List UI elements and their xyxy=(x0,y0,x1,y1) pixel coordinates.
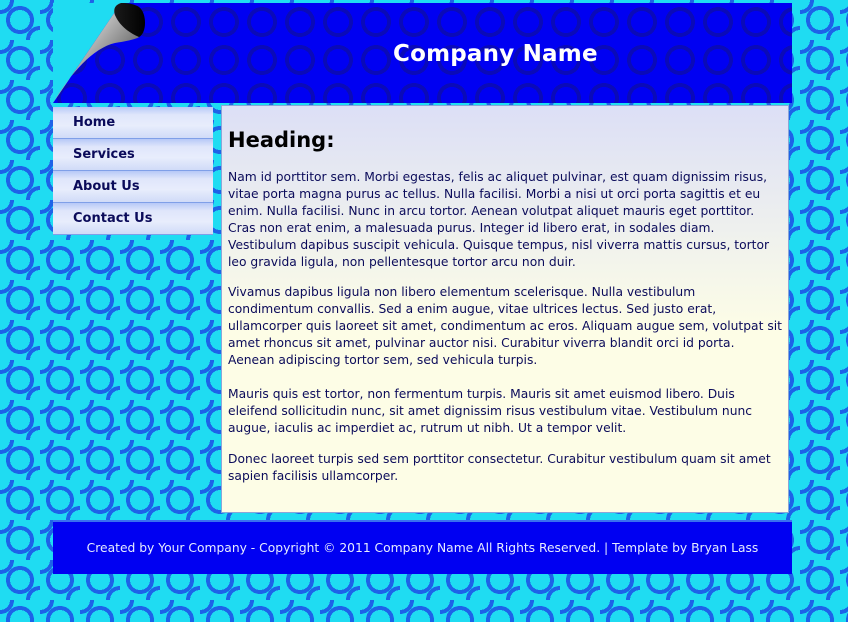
nav-item-contact-us[interactable]: Contact Us xyxy=(53,203,213,235)
page-curl-icon xyxy=(53,3,145,103)
content-paragraph-4: Donec laoreet turpis sed sem porttitor c… xyxy=(228,452,771,483)
main-content: Heading: Nam id porttitor sem. Morbi ege… xyxy=(221,105,789,513)
footer-text: Created by Your Company - Copyright © 20… xyxy=(86,541,759,555)
nav-item-home[interactable]: Home xyxy=(53,107,213,139)
content-paragraph-1: Nam id porttitor sem. Morbi egestas, fel… xyxy=(228,170,770,269)
content-heading: Heading: xyxy=(228,128,335,152)
nav-item-about-us[interactable]: About Us xyxy=(53,171,213,203)
site-title: Company Name xyxy=(393,41,598,67)
site-header: Company Name xyxy=(53,3,792,103)
nav-item-services[interactable]: Services xyxy=(53,139,213,171)
sidebar-nav: Home Services About Us Contact Us xyxy=(53,107,213,235)
content-paragraph-2: Vivamus dapibus ligula non libero elemen… xyxy=(228,285,782,367)
content-paragraph-3: Mauris quis est tortor, non fermentum tu… xyxy=(228,387,753,435)
site-footer: Created by Your Company - Copyright © 20… xyxy=(53,520,792,574)
